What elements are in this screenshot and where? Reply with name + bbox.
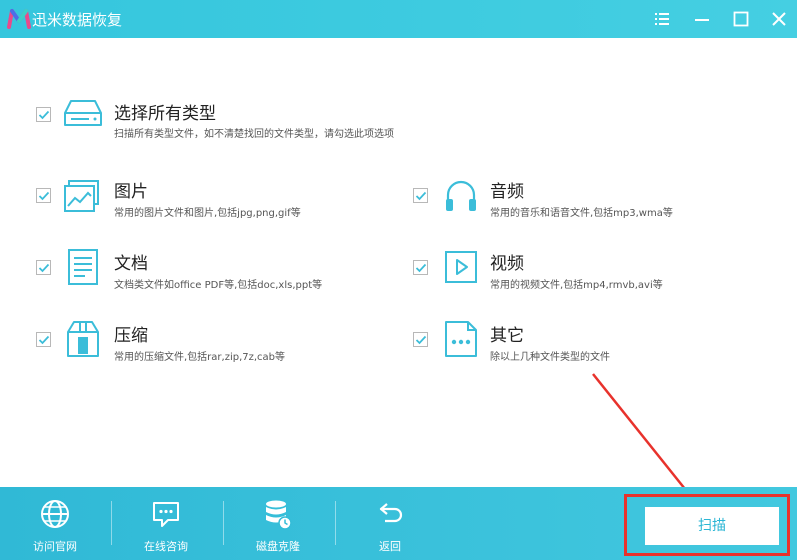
back-arrow-icon (379, 503, 403, 523)
checkmark-icon (38, 335, 50, 345)
headphones-icon (446, 180, 476, 211)
other-title: 其它 (490, 326, 524, 346)
audio-desc: 常用的音乐和语音文件,包括mp3,wma等 (490, 208, 673, 219)
archive-checkbox[interactable] (36, 332, 51, 347)
minimize-icon[interactable] (692, 9, 712, 29)
menu-icon[interactable] (652, 9, 672, 29)
audio-checkbox[interactable] (413, 188, 428, 203)
back-label: 返回 (379, 540, 401, 553)
disk-clone-icon (266, 500, 292, 530)
select-all-title: 选择所有类型 (114, 104, 216, 124)
archive-icon (67, 321, 99, 357)
globe-icon (41, 500, 69, 528)
document-checkbox[interactable] (36, 260, 51, 275)
hard-drive-icon (64, 100, 102, 126)
archive-desc: 常用的压缩文件,包括rar,zip,7z,cab等 (114, 352, 286, 363)
chat-icon (153, 502, 179, 527)
video-icon (445, 251, 477, 283)
app-title: 迅米数据恢复 (32, 11, 123, 29)
disk-clone-label: 磁盘克隆 (256, 540, 300, 553)
document-icon (68, 249, 98, 285)
audio-title: 音频 (490, 182, 524, 202)
checkmark-icon (415, 263, 427, 273)
other-file-icon (445, 321, 477, 357)
checkmark-icon (38, 263, 50, 273)
other-checkbox[interactable] (413, 332, 428, 347)
visit-website-label: 访问官网 (33, 540, 77, 553)
checkmark-icon (415, 191, 427, 201)
image-checkbox[interactable] (36, 188, 51, 203)
other-desc: 除以上几种文件类型的文件 (490, 352, 610, 363)
document-title: 文档 (114, 254, 148, 274)
select-all-desc: 扫描所有类型文件，如不清楚找回的文件类型，请勾选此项选项 (114, 129, 394, 140)
maximize-icon[interactable] (731, 9, 751, 29)
visit-website-button[interactable]: 访问官网 (1, 487, 109, 560)
archive-title: 压缩 (114, 326, 148, 346)
video-desc: 常用的视频文件,包括mp4,rmvb,avi等 (490, 280, 663, 291)
checkmark-icon (38, 191, 50, 201)
image-title: 图片 (114, 182, 148, 202)
close-icon[interactable] (769, 9, 789, 29)
video-title: 视频 (490, 254, 524, 274)
image-icon (64, 180, 99, 212)
scan-button[interactable]: 扫描 (645, 507, 779, 545)
disk-clone-button[interactable]: 磁盘克隆 (224, 487, 332, 560)
select-all-checkbox[interactable] (36, 107, 51, 122)
document-desc: 文档类文件如office PDF等,包括doc,xls,ppt等 (114, 280, 323, 291)
checkmark-icon (415, 335, 427, 345)
video-checkbox[interactable] (413, 260, 428, 275)
online-consult-button[interactable]: 在线咨询 (112, 487, 220, 560)
app-logo-icon (7, 9, 31, 29)
image-desc: 常用的图片文件和图片,包括jpg,png,gif等 (114, 208, 301, 219)
title-bar: 迅米数据恢复 (0, 0, 797, 38)
back-button[interactable]: 返回 (336, 487, 444, 560)
checkmark-icon (38, 110, 50, 120)
online-consult-label: 在线咨询 (144, 540, 188, 553)
